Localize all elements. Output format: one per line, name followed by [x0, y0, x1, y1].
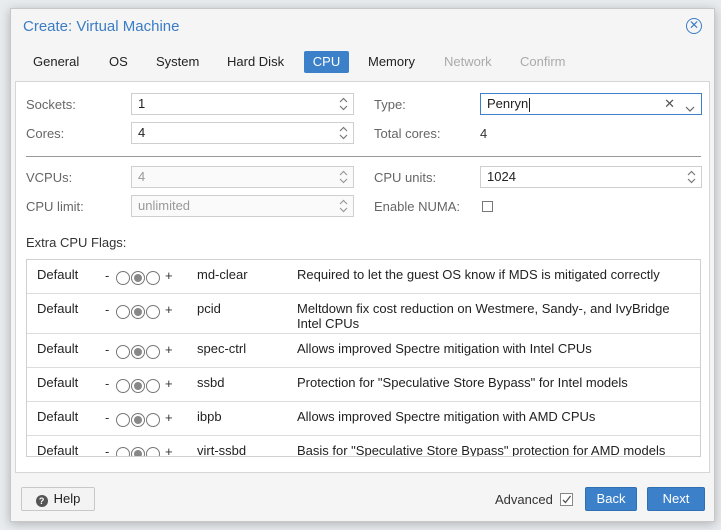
- flag-state: Default: [37, 443, 79, 457]
- total-cores-value: 4: [480, 126, 488, 141]
- flag-name: ibpb: [197, 409, 222, 424]
- flag-name: ssbd: [197, 375, 225, 390]
- flag-row: Default - + ssbd Protection for "Specula…: [27, 368, 700, 402]
- plus-label: +: [165, 268, 173, 283]
- total-cores-label: Total cores:: [374, 126, 441, 141]
- tri-state-toggle[interactable]: - +: [105, 342, 177, 360]
- sockets-label: Sockets:: [26, 97, 76, 112]
- cpu-limit-field[interactable]: unlimited: [131, 195, 354, 217]
- minus-label: -: [105, 444, 110, 457]
- flag-name: md-clear: [197, 267, 248, 282]
- flag-state: Default: [37, 267, 79, 282]
- vcpus-field[interactable]: 4: [131, 166, 354, 188]
- cpu-units-label: CPU units:: [374, 170, 437, 185]
- flag-state: Default: [37, 409, 79, 424]
- minus-label: -: [105, 376, 110, 391]
- tri-state-toggle[interactable]: - +: [105, 268, 177, 286]
- cpu-panel: Sockets: 1 Type: Penryn ✕ Cores: 4 Total…: [15, 81, 710, 473]
- help-label: Help: [53, 491, 81, 506]
- text-cursor: [529, 97, 531, 112]
- clear-icon[interactable]: ✕: [664, 94, 675, 114]
- plus-label: +: [165, 342, 173, 357]
- chevron-down-icon[interactable]: [685, 99, 695, 119]
- plus-label: +: [165, 444, 173, 457]
- vcpus-value: 4: [138, 169, 146, 184]
- advanced-label: Advanced: [495, 492, 553, 507]
- tab-hard-disk[interactable]: Hard Disk: [219, 51, 292, 73]
- type-label: Type:: [374, 97, 406, 112]
- dialog-footer: ? Help Advanced Back Next: [11, 479, 714, 521]
- enable-numa-checkbox[interactable]: [482, 201, 493, 212]
- cpu-limit-label: CPU limit:: [26, 199, 84, 214]
- cores-value: 4: [138, 125, 146, 140]
- spinner-icon[interactable]: [687, 170, 696, 184]
- tab-cpu[interactable]: CPU: [304, 51, 349, 73]
- enable-numa-label: Enable NUMA:: [374, 199, 460, 214]
- spinner-icon[interactable]: [339, 170, 348, 184]
- tab-confirm: Confirm: [520, 54, 566, 69]
- spinner-icon[interactable]: [339, 199, 348, 213]
- flag-row: Default - + ibpb Allows improved Spectre…: [27, 402, 700, 436]
- minus-label: -: [105, 268, 110, 283]
- flag-description: Meltdown fix cost reduction on Westmere,…: [297, 301, 670, 331]
- sockets-field[interactable]: 1: [131, 93, 354, 115]
- spinner-icon[interactable]: [339, 126, 348, 140]
- tab-system[interactable]: System: [148, 51, 207, 73]
- flag-state: Default: [37, 375, 79, 390]
- plus-label: +: [165, 302, 173, 317]
- tri-state-toggle[interactable]: - +: [105, 302, 177, 320]
- flag-name: pcid: [197, 301, 221, 316]
- flag-row: Default - + pcid Meltdown fix cost reduc…: [27, 294, 700, 334]
- tab-general[interactable]: General: [25, 51, 87, 73]
- flag-description: Allows improved Spectre mitigation with …: [297, 341, 592, 356]
- cpu-limit-value: unlimited: [138, 198, 191, 213]
- cores-label: Cores:: [26, 126, 65, 141]
- vcpus-label: VCPUs:: [26, 170, 73, 185]
- create-vm-dialog: Create: Virtual Machine ✕ General OS Sys…: [10, 8, 715, 522]
- tri-state-toggle[interactable]: - +: [105, 444, 177, 457]
- cpu-units-value: 1024: [487, 169, 516, 184]
- cores-field[interactable]: 4: [131, 122, 354, 144]
- back-button[interactable]: Back: [585, 487, 637, 511]
- help-button[interactable]: ? Help: [21, 487, 95, 511]
- minus-label: -: [105, 342, 110, 357]
- cpu-units-field[interactable]: 1024: [480, 166, 702, 188]
- close-icon[interactable]: ✕: [686, 18, 702, 34]
- help-icon: ?: [35, 495, 48, 507]
- tri-state-toggle[interactable]: - +: [105, 410, 177, 428]
- type-value: Penryn: [487, 96, 529, 111]
- tab-memory[interactable]: Memory: [360, 51, 423, 73]
- tab-network: Network: [444, 54, 492, 69]
- flag-row: Default - + spec-ctrl Allows improved Sp…: [27, 334, 700, 368]
- advanced-checkbox[interactable]: [560, 493, 573, 506]
- section-divider: [26, 156, 701, 157]
- type-combobox[interactable]: Penryn ✕: [480, 93, 702, 115]
- flag-name: virt-ssbd: [197, 443, 247, 457]
- dialog-titlebar: Create: Virtual Machine ✕: [11, 9, 714, 47]
- flag-description: Allows improved Spectre mitigation with …: [297, 409, 596, 424]
- flag-state: Default: [37, 341, 79, 356]
- tab-os[interactable]: OS: [101, 51, 136, 73]
- cpu-flags-grid: Default - + md-clear Required to let the…: [26, 259, 701, 457]
- flag-state: Default: [37, 301, 79, 316]
- tri-state-toggle[interactable]: - +: [105, 376, 177, 394]
- plus-label: +: [165, 410, 173, 425]
- flag-row: Default - + md-clear Required to let the…: [27, 260, 700, 294]
- sockets-value: 1: [138, 96, 146, 111]
- plus-label: +: [165, 376, 173, 391]
- extra-cpu-flags-label: Extra CPU Flags:: [26, 235, 127, 250]
- wizard-tabs: General OS System Hard Disk CPU Memory N…: [11, 49, 714, 75]
- dialog-title: Create: Virtual Machine: [23, 18, 180, 35]
- flag-description: Protection for "Speculative Store Bypass…: [297, 375, 628, 390]
- minus-label: -: [105, 302, 110, 317]
- spinner-icon[interactable]: [339, 97, 348, 111]
- next-button[interactable]: Next: [647, 487, 705, 511]
- flag-description: Required to let the guest OS know if MDS…: [297, 267, 660, 282]
- flag-description: Basis for "Speculative Store Bypass" pro…: [297, 443, 666, 457]
- minus-label: -: [105, 410, 110, 425]
- flag-row: Default - + virt-ssbd Basis for "Specula…: [27, 436, 700, 457]
- flag-name: spec-ctrl: [197, 341, 247, 356]
